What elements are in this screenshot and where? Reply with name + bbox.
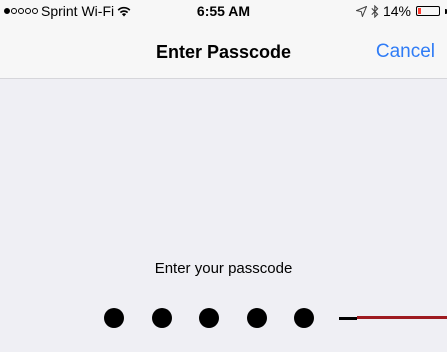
battery-level-fill [418,8,421,14]
bluetooth-icon [371,4,379,18]
passcode-prompt: Enter your passcode [154,260,293,277]
cellular-signal-icon [4,8,38,14]
passcode-digit-dot [199,308,219,328]
passcode-digit-dot [294,308,314,328]
navigation-bar: Enter Passcode Cancel [0,22,447,79]
cancel-button[interactable]: Cancel [376,41,435,63]
passcode-digit-dot [104,308,124,328]
status-left: Sprint Wi-Fi [4,3,131,19]
passcode-next-digit-dash [339,317,357,320]
status-time: 6:55 AM [196,3,251,19]
passcode-cursor-line [357,316,447,319]
passcode-digit-dot [247,308,267,328]
location-icon [355,5,367,17]
battery-icon [416,6,440,16]
passcode-digit-dot [152,308,172,328]
status-bar: Sprint Wi-Fi 6:55 AM 14% [0,0,447,22]
battery-percent: 14% [382,3,411,19]
passcode-field[interactable] [0,306,447,330]
wifi-icon [117,6,131,16]
carrier-label: Sprint Wi-Fi [41,3,115,19]
status-right: 14% [355,3,447,19]
